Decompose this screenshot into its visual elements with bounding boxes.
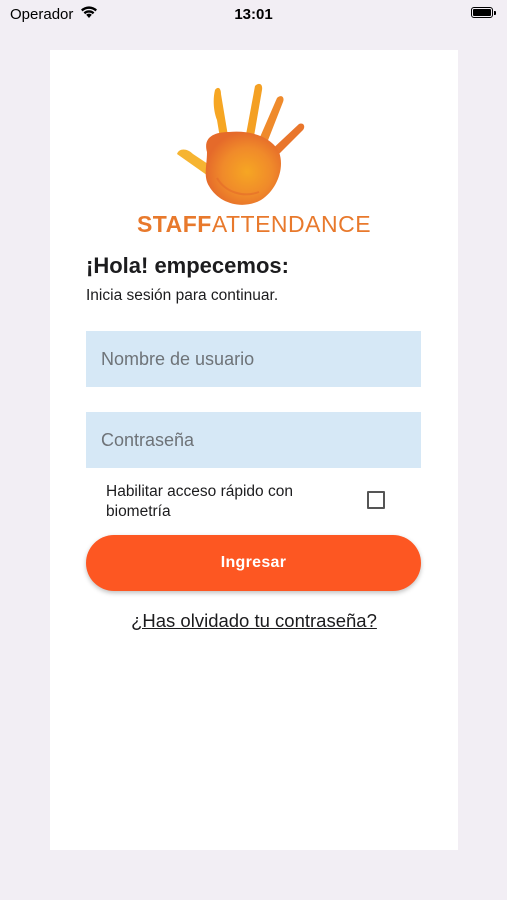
biometric-label: Habilitar acceso rápido con biometría bbox=[106, 483, 293, 520]
page-subtitle: Inicia sesión para continuar. bbox=[86, 287, 279, 304]
brand-wordmark-light: ATTENDANCE bbox=[211, 211, 372, 237]
login-card: STAFFATTENDANCE ¡Hola! empecemos: Inicia… bbox=[50, 50, 458, 850]
brand-wordmark: STAFFATTENDANCE bbox=[50, 211, 458, 238]
username-input[interactable] bbox=[86, 331, 421, 387]
hand-logo-icon bbox=[177, 83, 305, 205]
login-button[interactable]: Ingresar bbox=[86, 535, 421, 591]
status-time: 13:01 bbox=[234, 6, 273, 23]
password-input[interactable] bbox=[86, 412, 421, 468]
biometric-checkbox[interactable] bbox=[367, 491, 385, 509]
page-title: ¡Hola! empecemos: bbox=[86, 253, 289, 278]
brand-wordmark-bold: STAFF bbox=[136, 211, 212, 237]
forgot-password-link[interactable]: ¿Has olvidado tu contraseña? bbox=[50, 610, 458, 632]
status-bar: Operador 13:01 bbox=[0, 0, 507, 30]
battery-icon bbox=[471, 7, 497, 19]
